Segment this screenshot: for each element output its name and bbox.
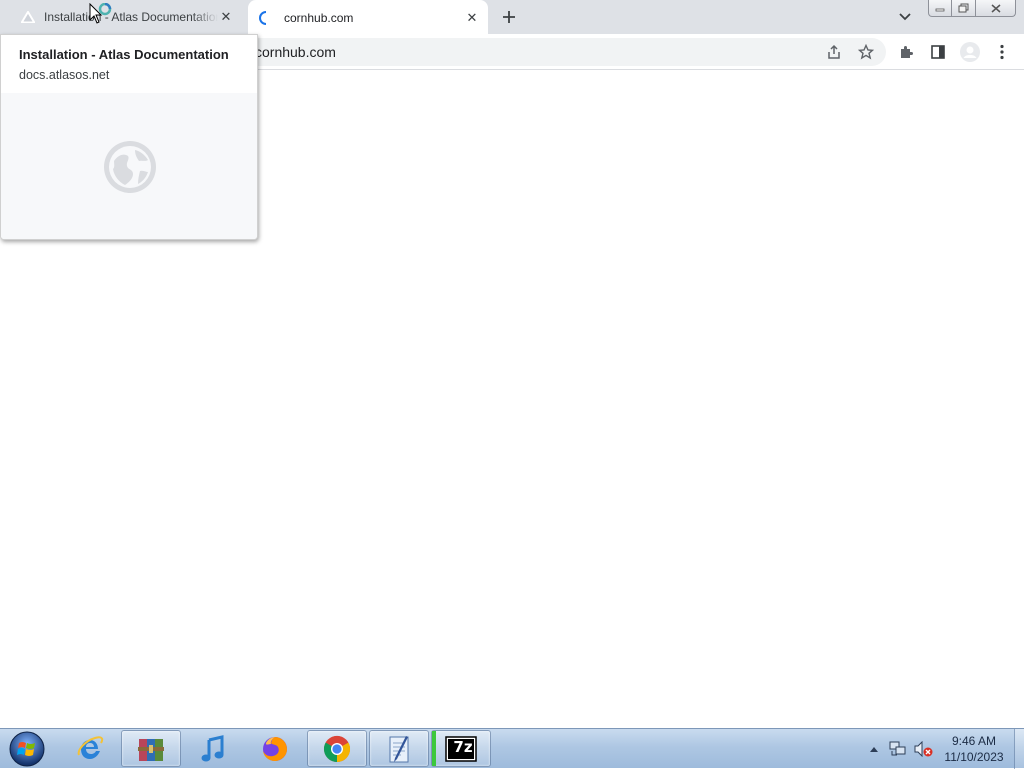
volume-tray-button[interactable] bbox=[912, 729, 934, 769]
tab-hover-card: Installation - Atlas Documentation docs.… bbox=[0, 34, 258, 240]
tab-atlas-documentation[interactable]: Installation - Atlas Documentation ✕ bbox=[8, 0, 248, 34]
taskbar-winrar[interactable] bbox=[121, 730, 181, 767]
show-hidden-icons-button[interactable] bbox=[866, 729, 882, 769]
taskbar-chrome[interactable] bbox=[307, 730, 367, 767]
tab-title: cornhub.com bbox=[284, 11, 354, 25]
tab-close-icon[interactable]: ✕ bbox=[464, 10, 480, 26]
close-icon bbox=[991, 3, 1000, 13]
loading-spinner-icon bbox=[258, 10, 274, 26]
7zip-label: 7z bbox=[453, 738, 473, 756]
taskbar-clock[interactable]: 9:46 AM 11/10/2023 bbox=[938, 733, 1010, 765]
taskbar-internet-explorer[interactable] bbox=[60, 730, 120, 767]
windows-orb-icon bbox=[9, 731, 45, 767]
taskbar-firefox[interactable] bbox=[245, 730, 305, 767]
mouse-cursor-busy-icon bbox=[89, 2, 117, 27]
taskbar-itunes[interactable] bbox=[183, 730, 243, 767]
profile-icon[interactable] bbox=[960, 42, 980, 62]
show-desktop-button[interactable] bbox=[1014, 729, 1024, 769]
itunes-icon bbox=[201, 734, 224, 761]
taskbar-7zip[interactable]: 7z bbox=[431, 730, 491, 767]
clock-time: 9:46 AM bbox=[951, 734, 997, 748]
network-tray-button[interactable] bbox=[888, 729, 908, 769]
taskbar: 7z 9:46 AM 11/10/2023 bbox=[0, 728, 1024, 769]
globe-icon bbox=[104, 141, 156, 193]
clock-date: 11/10/2023 bbox=[944, 750, 1004, 764]
close-window-button[interactable] bbox=[976, 0, 1016, 17]
extensions-icon[interactable] bbox=[896, 42, 916, 62]
minimize-button[interactable] bbox=[928, 0, 952, 17]
chevron-down-icon bbox=[899, 13, 911, 21]
volume-muted-icon bbox=[914, 741, 933, 757]
restore-icon bbox=[958, 3, 968, 13]
show-hidden-icons-arrow bbox=[870, 747, 878, 752]
internet-explorer-icon bbox=[77, 735, 104, 759]
notepad-icon bbox=[389, 735, 409, 762]
tab-cornhub[interactable]: cornhub.com ✕ bbox=[248, 0, 488, 36]
hover-card-title: Installation - Atlas Documentation bbox=[19, 47, 229, 62]
firefox-icon bbox=[263, 736, 287, 761]
start-button[interactable] bbox=[5, 730, 49, 768]
minimize-icon bbox=[935, 8, 945, 12]
new-tab-button[interactable] bbox=[499, 7, 519, 27]
share-icon[interactable] bbox=[824, 42, 844, 62]
more-menu-icon[interactable] bbox=[992, 42, 1012, 62]
hover-card-domain: docs.atlasos.net bbox=[19, 68, 110, 82]
plus-icon bbox=[503, 11, 515, 23]
window-controls bbox=[928, 0, 1016, 17]
network-icon bbox=[889, 741, 906, 756]
side-panel-icon[interactable] bbox=[928, 42, 948, 62]
tab-search-button[interactable] bbox=[896, 8, 914, 26]
tab-strip: Installation - Atlas Documentation ✕ cor… bbox=[0, 0, 1024, 36]
chrome-icon bbox=[323, 735, 351, 762]
atlas-triangle-icon bbox=[20, 9, 36, 25]
address-bar-url[interactable]: cornhub.com bbox=[255, 44, 336, 60]
star-icon[interactable] bbox=[856, 42, 876, 62]
tab-title: Installation - Atlas Documentation bbox=[44, 10, 218, 24]
hover-card-preview bbox=[1, 93, 257, 239]
restore-button[interactable] bbox=[952, 0, 976, 17]
tab-close-icon[interactable]: ✕ bbox=[218, 9, 234, 25]
taskbar-notepad[interactable] bbox=[369, 730, 429, 767]
winrar-icon bbox=[138, 738, 164, 761]
